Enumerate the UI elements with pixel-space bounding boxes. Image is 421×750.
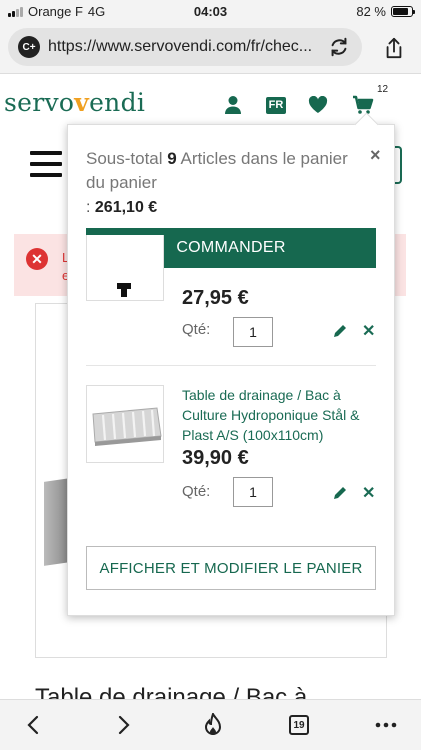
more-menu-icon[interactable] xyxy=(373,712,399,738)
cart-count-badge: 12 xyxy=(377,84,389,95)
logo-text-v: v xyxy=(74,88,90,117)
remove-item-icon[interactable]: ✕ xyxy=(362,321,375,341)
back-icon[interactable] xyxy=(20,712,46,738)
item-name-link[interactable]: Table de drainage / Bac à Culture Hydrop… xyxy=(182,385,382,445)
forward-icon[interactable] xyxy=(111,712,137,738)
subtotal-label: Sous-total xyxy=(86,149,163,168)
site-settings-icon[interactable]: C+ xyxy=(18,36,40,58)
view-edit-cart-button[interactable]: AFFICHER ET MODIFIER LE PANIER xyxy=(86,546,376,590)
qty-input[interactable]: 1 xyxy=(233,477,273,507)
share-icon[interactable] xyxy=(381,34,407,62)
logo-text-left: servo xyxy=(4,88,75,117)
address-bar[interactable]: C+ https://www.servovendi.com/fr/chec... xyxy=(8,28,362,66)
battery-icon xyxy=(391,6,415,17)
cart-item: 27,95 € Qté: 1 ✕ xyxy=(86,235,376,355)
close-icon[interactable]: × xyxy=(370,145,381,166)
browser-address-area: C+ https://www.servovendi.com/fr/chec... xyxy=(0,22,421,74)
items-text: Articles dans le panier xyxy=(180,149,348,168)
product-thumbnail[interactable] xyxy=(86,385,164,463)
tabs-count: 19 xyxy=(289,715,309,735)
product-thumbnail[interactable] xyxy=(86,235,164,301)
minicart-dropdown: × Sous-total 9 Articles dans le panier d… xyxy=(67,124,395,616)
browser-toolbar: 19 xyxy=(0,699,421,750)
minicart-summary: Sous-total 9 Articles dans le panier du … xyxy=(86,147,368,195)
flame-icon[interactable] xyxy=(200,712,226,738)
menu-icon[interactable] xyxy=(30,151,62,177)
logo-text-right: endi xyxy=(89,88,146,117)
cart-icon[interactable] xyxy=(352,94,374,116)
qty-label: Qté: xyxy=(182,483,211,500)
wishlist-heart-icon[interactable] xyxy=(307,94,329,116)
edit-pencil-icon[interactable] xyxy=(332,323,350,341)
language-code: FR xyxy=(266,96,286,114)
items-count: 9 xyxy=(167,149,177,168)
remove-item-icon[interactable]: ✕ xyxy=(362,483,375,503)
tabs-icon[interactable]: 19 xyxy=(286,712,312,738)
qty-label: Qté: xyxy=(182,321,211,338)
edit-pencil-icon[interactable] xyxy=(332,485,350,503)
language-selector[interactable]: FR xyxy=(265,94,287,116)
status-bar: Orange F 4G 04:03 82 % xyxy=(0,0,421,22)
battery-percent: 82 % xyxy=(356,4,386,19)
subtotal-colon: : xyxy=(86,199,91,216)
reload-icon[interactable] xyxy=(326,34,352,60)
error-icon: ✕ xyxy=(26,248,48,270)
account-icon[interactable] xyxy=(222,94,244,116)
url-text[interactable]: https://www.servovendi.com/fr/chec... xyxy=(48,38,326,56)
subtotal-amount: 261,10 € xyxy=(94,199,158,216)
item-divider xyxy=(86,365,376,366)
subtotal-label-2: du panier xyxy=(86,173,157,192)
item-price: 27,95 € xyxy=(182,287,249,309)
qty-input[interactable]: 1 xyxy=(233,317,273,347)
item-price: 39,90 € xyxy=(182,447,249,469)
cart-item: Table de drainage / Bac à Culture Hydrop… xyxy=(86,385,376,515)
site-logo[interactable]: servovendi xyxy=(4,88,145,117)
subtotal-amount-line: : 261,10 € xyxy=(86,199,157,217)
